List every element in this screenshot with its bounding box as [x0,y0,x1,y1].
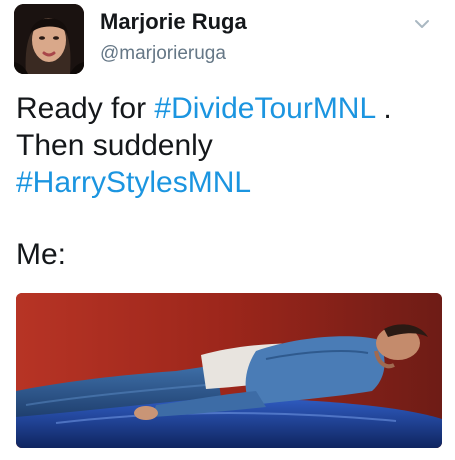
tweet-text-line-2: Then suddenly [16,129,213,162]
hashtag-link-divide-tour[interactable]: #DivideTourMNL [154,92,375,125]
tweet-text-line-3: #HarryStylesMNL [16,164,446,201]
tweet-text: Ready for #DivideTourMNL . Then suddenly… [16,90,446,273]
tweet-text-line-4: Me: [16,238,67,271]
hashtag-link-harry-styles[interactable]: #HarryStylesMNL [16,166,251,199]
text-segment: Ready for [16,92,155,125]
tweet-text-line-1: Ready for #DivideTourMNL . [16,90,446,127]
tweet-media-photo[interactable] [16,293,442,448]
display-name[interactable]: Marjorie Ruga [100,9,247,35]
user-handle[interactable]: @marjorieruga [100,43,226,65]
photo-image [16,293,442,448]
tweet-card: Marjorie Ruga @marjorieruga Ready for #D… [0,0,455,460]
profile-photo-icon [14,4,84,74]
text-segment: . [375,92,392,125]
chevron-down-icon[interactable] [408,12,436,36]
avatar[interactable] [14,4,84,74]
